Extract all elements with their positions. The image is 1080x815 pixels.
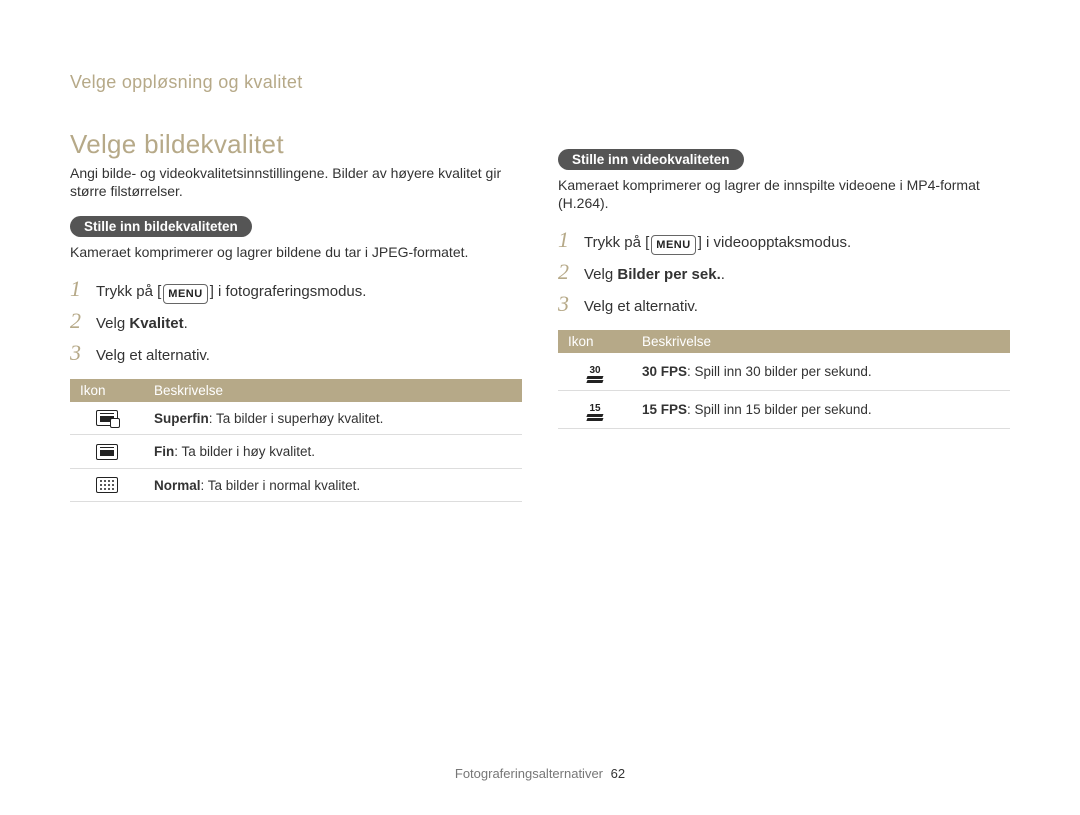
- left-column: Velge bildekvalitet Angi bilde- og video…: [70, 93, 522, 502]
- menu-icon: MENU: [163, 284, 207, 304]
- step-number: 2: [70, 307, 96, 335]
- step-number: 1: [558, 226, 584, 254]
- step-number: 1: [70, 275, 96, 303]
- quality-superfine-icon: [96, 410, 118, 426]
- body-video-quality: Kameraet komprimerer og lagrer de innspi…: [558, 176, 1010, 212]
- subheading-video-quality: Stille inn videokvaliteten: [558, 149, 744, 170]
- table-row: Fin: Ta bilder i høy kvalitet.: [70, 435, 522, 468]
- step-1: 1 Trykk på [MENU] i videoopptaksmodus.: [558, 226, 1010, 254]
- page-footer: Fotograferingsalternativer 62: [0, 766, 1080, 781]
- table-header-row: Ikon Beskrivelse: [70, 379, 522, 402]
- step-3: 3 Velg et alternativ.: [558, 290, 1010, 318]
- steps-video: 1 Trykk på [MENU] i videoopptaksmodus. 2…: [558, 226, 1010, 318]
- steps-image: 1 Trykk på [MENU] i fotograferingsmodus.…: [70, 275, 522, 367]
- table-header-row: Ikon Beskrivelse: [558, 330, 1010, 353]
- subheading-image-quality: Stille inn bildekvaliteten: [70, 216, 252, 237]
- page: Velge oppløsning og kvalitet Velge bilde…: [0, 0, 1080, 815]
- step-3: 3 Velg et alternativ.: [70, 339, 522, 367]
- step-text: Trykk på [MENU] i videoopptaksmodus.: [584, 232, 851, 254]
- right-column: Stille inn videokvaliteten Kameraet komp…: [558, 93, 1010, 502]
- quality-normal-icon: [96, 477, 118, 493]
- page-number: 62: [611, 766, 625, 781]
- table-header-desc: Beskrivelse: [144, 379, 522, 402]
- step-text: Velg Bilder per sek..: [584, 264, 725, 286]
- step-number: 3: [558, 290, 584, 318]
- table-row: 15 15 FPS: Spill inn 15 bilder per sekun…: [558, 391, 1010, 429]
- image-quality-table: Ikon Beskrivelse Superfin: Ta bilder i s…: [70, 379, 522, 502]
- step-text: Velg et alternativ.: [584, 296, 698, 318]
- video-fps-table: Ikon Beskrivelse 30 30 FPS: Spill inn 30…: [558, 330, 1010, 429]
- step-text: Velg et alternativ.: [96, 345, 210, 367]
- fps-30-icon: 30: [587, 366, 603, 382]
- body-image-quality: Kameraet komprimerer og lagrer bildene d…: [70, 243, 522, 261]
- step-1: 1 Trykk på [MENU] i fotograferingsmodus.: [70, 275, 522, 303]
- fps-15-icon: 15: [587, 404, 603, 420]
- step-number: 2: [558, 258, 584, 286]
- footer-section: Fotograferingsalternativer: [455, 766, 603, 781]
- intro-text: Angi bilde- og videokvalitetsinnstilling…: [70, 164, 522, 200]
- content-columns: Velge bildekvalitet Angi bilde- og video…: [70, 93, 1010, 502]
- breadcrumb: Velge oppløsning og kvalitet: [70, 72, 1010, 93]
- table-header-desc: Beskrivelse: [632, 330, 1010, 353]
- step-2: 2 Velg Kvalitet.: [70, 307, 522, 335]
- step-2: 2 Velg Bilder per sek..: [558, 258, 1010, 286]
- table-row: Superfin: Ta bilder i superhøy kvalitet.: [70, 402, 522, 435]
- quality-fine-icon: [96, 444, 118, 460]
- step-number: 3: [70, 339, 96, 367]
- step-text: Velg Kvalitet.: [96, 313, 188, 335]
- step-text: Trykk på [MENU] i fotograferingsmodus.: [96, 281, 366, 303]
- table-row: Normal: Ta bilder i normal kvalitet.: [70, 468, 522, 501]
- table-header-icon: Ikon: [558, 330, 632, 353]
- section-title: Velge bildekvalitet: [70, 129, 522, 160]
- table-header-icon: Ikon: [70, 379, 144, 402]
- table-row: 30 30 FPS: Spill inn 30 bilder per sekun…: [558, 353, 1010, 391]
- menu-icon: MENU: [651, 235, 695, 255]
